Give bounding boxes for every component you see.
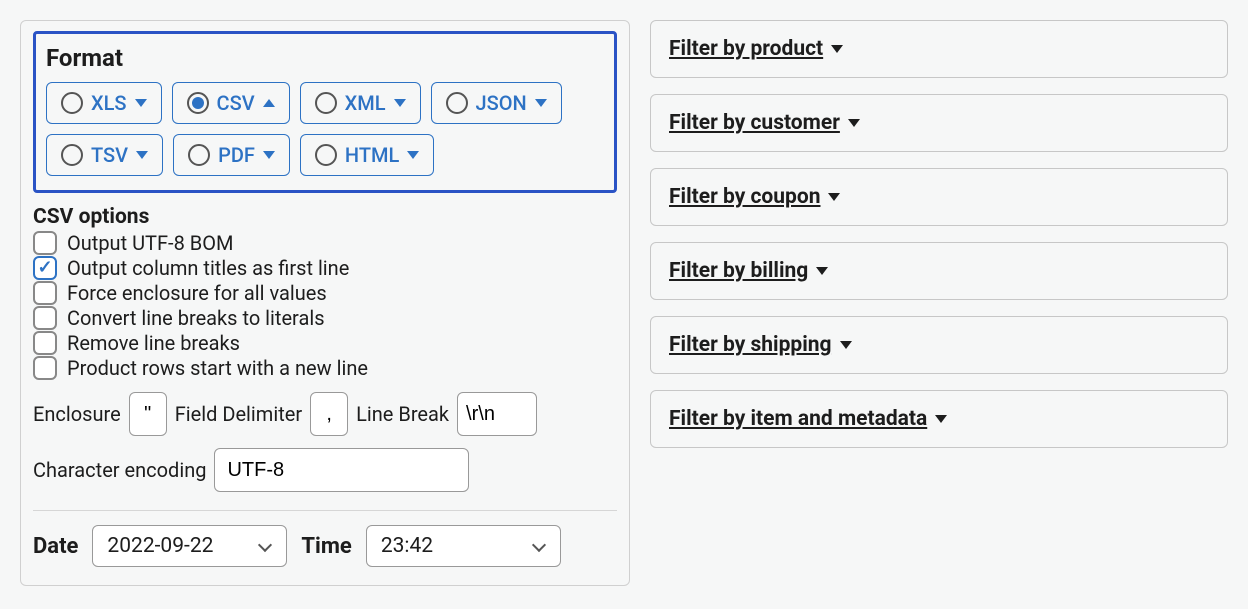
radio-icon	[61, 144, 83, 166]
chevron-up-icon	[263, 99, 275, 107]
chevron-down-icon	[828, 193, 840, 201]
divider	[33, 510, 617, 511]
chevron-down-icon	[394, 99, 406, 107]
format-option-csv[interactable]: CSV	[172, 82, 290, 124]
checkbox-icon	[33, 306, 57, 330]
format-section: Format XLS CSV XML	[33, 31, 617, 193]
radio-icon	[61, 92, 83, 114]
format-title: Format	[46, 44, 604, 72]
csv-options-section: CSV options Output UTF-8 BOM Output colu…	[33, 205, 617, 492]
format-option-tsv[interactable]: TSV	[46, 134, 163, 176]
encoding-label: Character encoding	[33, 458, 206, 482]
chevron-down-icon	[258, 539, 272, 553]
filter-by-product[interactable]: Filter by product	[650, 20, 1228, 78]
csv-check-column-titles[interactable]: Output column titles as first line	[33, 256, 617, 280]
filter-by-customer[interactable]: Filter by customer	[650, 94, 1228, 152]
delimiter-label: Field Delimiter	[175, 402, 302, 426]
chevron-down-icon	[848, 119, 860, 127]
chevron-down-icon	[816, 267, 828, 275]
enclosure-input[interactable]	[129, 392, 167, 436]
chevron-down-icon	[263, 151, 275, 159]
date-select[interactable]: 2022-09-22	[92, 525, 287, 567]
chevron-down-icon	[831, 45, 843, 53]
checkbox-icon	[33, 356, 57, 380]
chevron-down-icon	[535, 99, 547, 107]
time-select[interactable]: 23:42	[366, 525, 561, 567]
radio-icon	[187, 92, 209, 114]
checkbox-icon	[33, 231, 57, 255]
time-label: Time	[301, 534, 351, 559]
filter-by-item-metadata[interactable]: Filter by item and metadata	[650, 390, 1228, 448]
chevron-down-icon	[532, 539, 546, 553]
filter-by-coupon[interactable]: Filter by coupon	[650, 168, 1228, 226]
radio-icon	[446, 92, 468, 114]
delimiter-input[interactable]	[310, 392, 348, 436]
chevron-down-icon	[136, 151, 148, 159]
radio-icon	[315, 92, 337, 114]
csv-check-convert-linebreaks[interactable]: Convert line breaks to literals	[33, 306, 617, 330]
csv-check-product-rows-newline[interactable]: Product rows start with a new line	[33, 356, 617, 380]
filter-by-billing[interactable]: Filter by billing	[650, 242, 1228, 300]
checkbox-icon	[33, 331, 57, 355]
format-option-json[interactable]: JSON	[431, 82, 562, 124]
csv-options-title: CSV options	[33, 205, 617, 229]
checkbox-icon	[33, 281, 57, 305]
checkbox-icon	[33, 256, 57, 280]
csv-check-remove-linebreaks[interactable]: Remove line breaks	[33, 331, 617, 355]
linebreak-input[interactable]	[457, 392, 537, 436]
chevron-down-icon	[935, 415, 947, 423]
chevron-down-icon	[407, 151, 419, 159]
filters-panel: Filter by product Filter by customer Fil…	[650, 20, 1228, 448]
date-label: Date	[33, 534, 78, 559]
csv-check-force-enclosure[interactable]: Force enclosure for all values	[33, 281, 617, 305]
chevron-down-icon	[135, 99, 147, 107]
csv-check-utf8bom[interactable]: Output UTF-8 BOM	[33, 231, 617, 255]
encoding-input[interactable]	[214, 448, 469, 492]
export-settings-panel: Format XLS CSV XML	[20, 20, 630, 586]
linebreak-label: Line Break	[356, 402, 449, 426]
format-option-xml[interactable]: XML	[300, 82, 421, 124]
chevron-down-icon	[840, 341, 852, 349]
datetime-row: Date 2022-09-22 Time 23:42	[33, 525, 617, 567]
filter-by-shipping[interactable]: Filter by shipping	[650, 316, 1228, 374]
radio-icon	[315, 144, 337, 166]
radio-icon	[188, 144, 210, 166]
format-option-html[interactable]: HTML	[300, 134, 434, 176]
format-option-pdf[interactable]: PDF	[173, 134, 290, 176]
format-option-xls[interactable]: XLS	[46, 82, 162, 124]
enclosure-label: Enclosure	[33, 402, 121, 426]
